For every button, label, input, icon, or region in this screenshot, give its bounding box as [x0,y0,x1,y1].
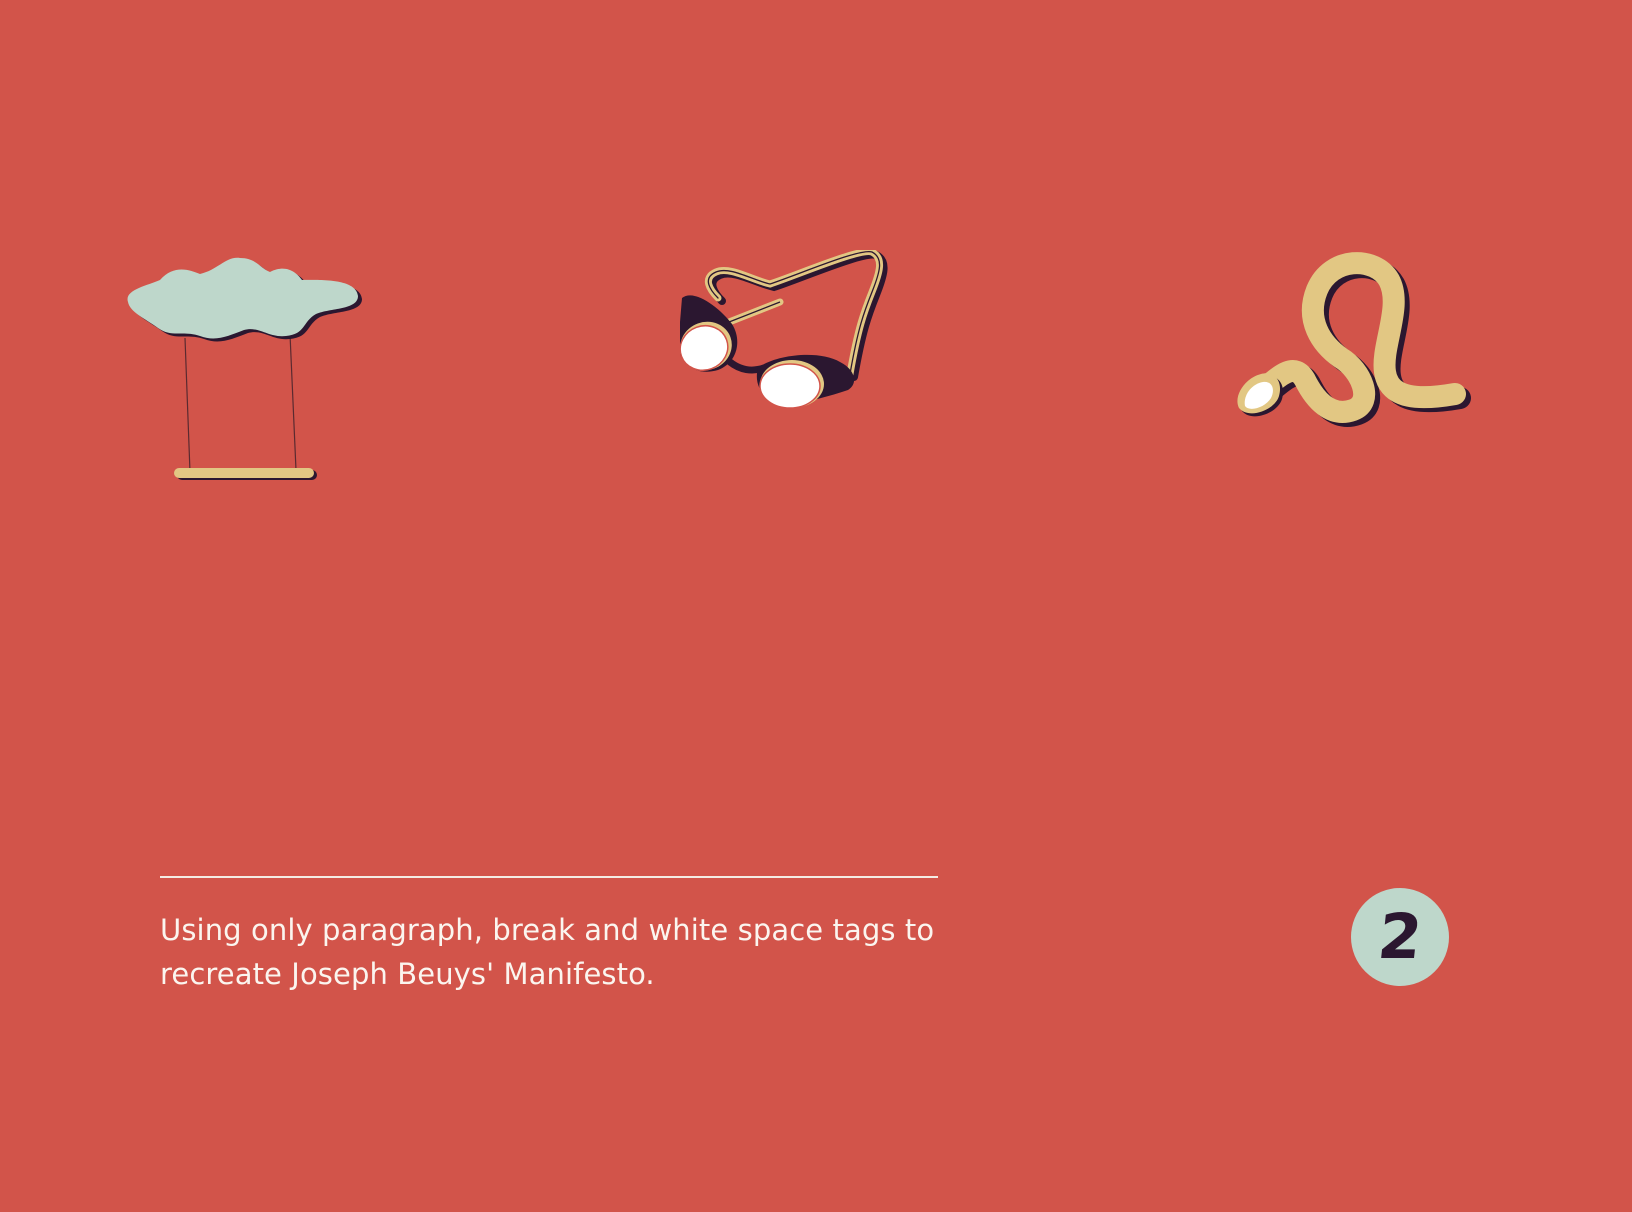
caption-text: Using only paragraph, break and white sp… [160,908,960,996]
page-number-badge[interactable]: 2 [1351,888,1449,986]
caption-line-1: Using only paragraph, break and white sp… [160,913,935,947]
caption-line-2: recreate Joseph Beuys' Manifesto. [160,957,655,991]
snake-icon [1237,252,1471,427]
page-number: 2 [1374,900,1426,973]
cloud-swing-icon [127,257,362,480]
divider-line [160,876,938,878]
goggles-icon [680,250,888,409]
